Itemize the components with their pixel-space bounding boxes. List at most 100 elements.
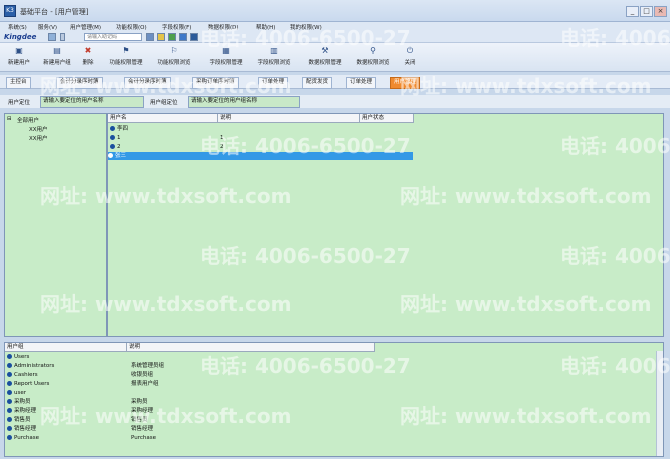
search-input[interactable] — [84, 33, 142, 41]
table-row[interactable]: 22 — [110, 143, 224, 151]
col-description[interactable]: 说明 — [218, 114, 360, 123]
user-locate-label: 用户定位 — [8, 100, 31, 106]
locate-bar: 用户定位 请输入要定位的用户名称 用户组定位 请输入要定位的用户组名称 — [0, 95, 670, 108]
col-group-name[interactable]: 用户组 — [5, 343, 127, 352]
menu-data-permission[interactable]: 数据权限(D) — [208, 23, 239, 31]
tree-root-all-users[interactable]: 全部用户 — [17, 116, 39, 124]
menu-user-management[interactable]: 用户管理(M) — [70, 23, 101, 31]
grid-icon[interactable] — [146, 33, 154, 41]
tab-purchase-order[interactable]: 采购订单序时簿 — [192, 77, 239, 89]
table-row[interactable]: 李四 — [110, 125, 128, 133]
tab-bar: 主控台 会计分录序时簿 会计分录序时簿 采购订单序时簿 订单处理 配货发货 订单… — [0, 75, 670, 89]
delete-button[interactable]: ✖ 删除 — [78, 46, 98, 70]
group-locate-label: 用户组定位 — [150, 100, 178, 106]
group-list: 用户组 说明 Users Administrators 系统管理员组 Cashie… — [4, 342, 664, 457]
tree-node-user-group-1[interactable]: XX用户 — [29, 125, 48, 133]
col-user-status[interactable]: 用户状态 — [360, 114, 414, 123]
dropdown-arrow-icon[interactable] — [60, 33, 65, 41]
menu-system[interactable]: 系统(S) — [8, 23, 27, 31]
close-button[interactable]: ⏻ 关闭 — [400, 46, 420, 70]
tree-expander-icon[interactable]: ⊟ — [7, 116, 12, 122]
group-icon — [7, 354, 12, 359]
data-browse-button[interactable]: ⚲ 数据权限浏览 — [350, 46, 396, 70]
new-group-button[interactable]: ▤ 新建用户组 — [38, 46, 76, 70]
close-window-button[interactable]: × — [654, 6, 667, 17]
field-browse-button[interactable]: ▥ 字段权限浏览 — [252, 46, 296, 70]
group-icon — [7, 399, 12, 404]
folder-icon[interactable] — [157, 33, 165, 41]
col-group-description[interactable]: 说明 — [127, 343, 375, 352]
tab-distribution[interactable]: 配货发货 — [302, 77, 333, 89]
table-row-selected[interactable]: 张三 — [108, 152, 413, 160]
new-user-button[interactable]: ▣ 新建用户 — [4, 46, 34, 70]
field-browse-icon: ▥ — [270, 46, 278, 55]
list-item[interactable]: Administrators 系统管理员组 — [7, 362, 164, 370]
list-item[interactable]: Users — [7, 353, 29, 361]
function-browse-button[interactable]: ⚐ 功能权限浏览 — [152, 46, 196, 70]
list-item[interactable]: 销售经理 销售经理 — [7, 425, 153, 433]
tab-journal-1[interactable]: 会计分录序时簿 — [56, 77, 103, 89]
list-item[interactable]: user — [7, 389, 26, 397]
user-icon — [110, 144, 115, 149]
user-icon — [110, 126, 115, 131]
window-title: 基础平台 - [用户管理] — [20, 8, 89, 16]
monitor-icon[interactable] — [190, 33, 198, 41]
table-row[interactable]: 11 — [110, 134, 224, 142]
data-browse-icon: ⚲ — [370, 46, 376, 55]
toolbar: ▣ 新建用户 ▤ 新建用户组 ✖ 删除 ⚑ 功能权限管理 ⚐ 功能权限浏览 ▦ … — [0, 43, 670, 72]
group-icon — [7, 381, 12, 386]
list-item[interactable]: 采购员 采购员 — [7, 398, 148, 406]
group-icon — [7, 435, 12, 440]
function-permission-icon: ⚑ — [122, 46, 130, 55]
tab-order-processing-1[interactable]: 订单处理 — [258, 77, 289, 89]
group-icon — [7, 372, 12, 377]
list-item[interactable]: Report Users 报表用户组 — [7, 380, 159, 388]
field-permission-button[interactable]: ▦ 字段权限管理 — [204, 46, 248, 70]
tab-journal-2[interactable]: 会计分录序时簿 — [124, 77, 171, 89]
group-icon — [7, 417, 12, 422]
menu-bar: 系统(S) 服务(V) 用户管理(M) 功能权限(O) 字段权限(F) 数据权限… — [0, 22, 670, 32]
new-group-icon: ▤ — [53, 46, 61, 55]
group-icon — [7, 390, 12, 395]
save-icon[interactable] — [179, 33, 187, 41]
quick-bar: Kingdee — [0, 32, 670, 43]
kingdee-logo: Kingdee — [4, 33, 37, 41]
list-item[interactable]: Purchase Purchase — [7, 434, 156, 442]
list-item[interactable]: 销售员 销售员 — [7, 416, 148, 424]
menu-function-permission[interactable]: 功能权限(O) — [116, 23, 147, 31]
function-browse-icon: ⚐ — [170, 46, 178, 55]
function-permission-button[interactable]: ⚑ 功能权限管理 — [104, 46, 148, 70]
group-icon — [7, 426, 12, 431]
user-list: 用户名 说明 用户状态 李四 11 22 张三 — [107, 113, 664, 337]
maximize-button[interactable]: □ — [640, 6, 653, 17]
close-icon: ⏻ — [406, 46, 414, 55]
menu-my-permission[interactable]: 我的权限(W) — [290, 23, 322, 31]
tab-user-management[interactable]: 用户管理 — [390, 77, 421, 89]
title-bar: K3 基础平台 - [用户管理] _ □ × — [0, 0, 670, 22]
tab-main-console[interactable]: 主控台 — [6, 77, 31, 89]
vertical-scrollbar[interactable] — [656, 351, 663, 456]
menu-field-permission[interactable]: 字段权限(F) — [162, 23, 191, 31]
menu-service[interactable]: 服务(V) — [38, 23, 57, 31]
group-locate-input[interactable]: 请输入要定位的用户组名称 — [188, 96, 300, 108]
user-locate-input[interactable]: 请输入要定位的用户名称 — [40, 96, 144, 108]
col-username[interactable]: 用户名 — [108, 114, 218, 123]
delete-icon: ✖ — [84, 46, 92, 55]
tree-node-user-group-2[interactable]: XX用户 — [29, 134, 48, 142]
new-user-icon: ▣ — [15, 46, 23, 55]
minimize-button[interactable]: _ — [626, 6, 639, 17]
user-icon — [108, 153, 113, 158]
data-permission-icon: ⚒ — [321, 46, 329, 55]
list-item[interactable]: 采购经理 采购经理 — [7, 407, 153, 415]
group-icon — [7, 408, 12, 413]
user-tree: ⊟ 全部用户 XX用户 XX用户 — [4, 113, 107, 337]
app-icon: K3 — [4, 5, 16, 17]
user-icon[interactable] — [48, 33, 56, 41]
user-icon — [110, 135, 115, 140]
field-permission-icon: ▦ — [222, 46, 230, 55]
refresh-icon[interactable] — [168, 33, 176, 41]
tab-order-processing-2[interactable]: 订单处理 — [346, 77, 377, 89]
menu-help[interactable]: 帮助(H) — [256, 23, 275, 31]
data-permission-button[interactable]: ⚒ 数据权限管理 — [302, 46, 348, 70]
list-item[interactable]: Cashiers 收银员组 — [7, 371, 153, 379]
